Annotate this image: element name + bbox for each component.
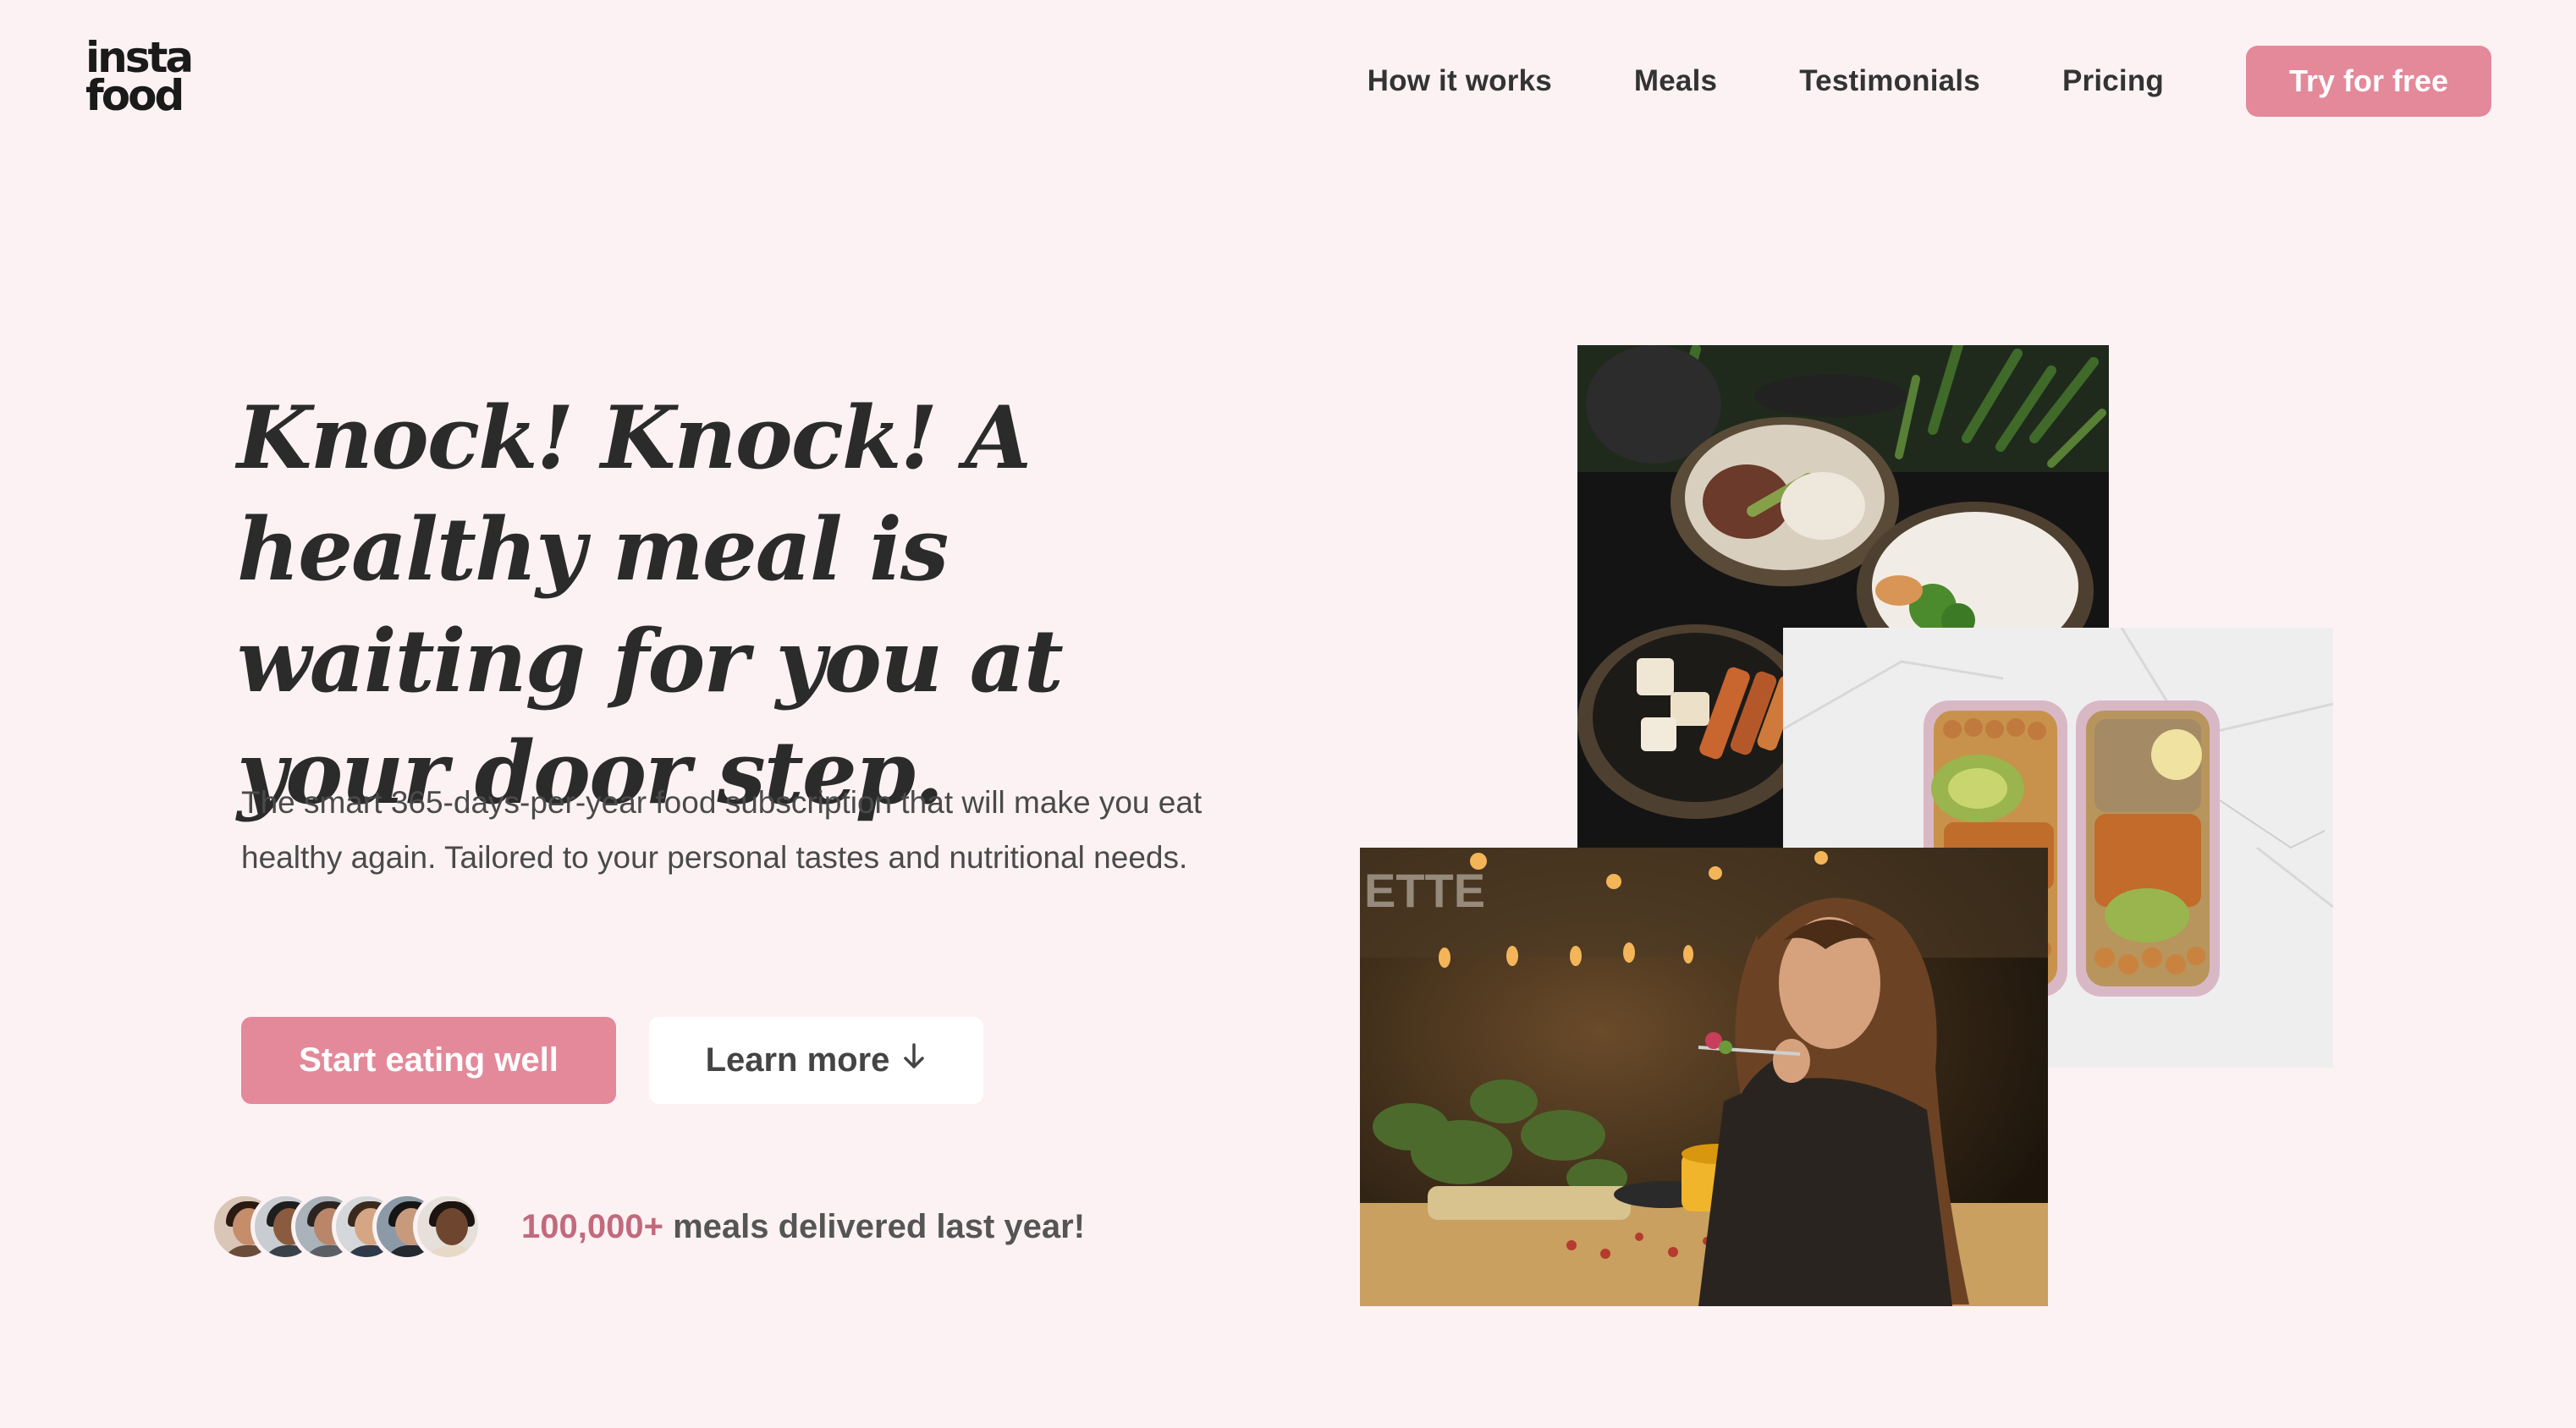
try-for-free-button[interactable]: Try for free xyxy=(2246,46,2491,117)
start-eating-well-button[interactable]: Start eating well xyxy=(241,1017,616,1104)
woman-eating-in-restaurant-photo: ETTE xyxy=(1360,848,2048,1306)
nav-link-meals[interactable]: Meals xyxy=(1634,64,1717,98)
meals-delivered-count: 100,000+ xyxy=(521,1207,663,1245)
main-navigation: How it works Meals Testimonials Pricing … xyxy=(1368,46,2491,117)
customer-avatars xyxy=(210,1192,482,1261)
nav-link-pricing[interactable]: Pricing xyxy=(2062,64,2164,98)
page: insta food How it works Meals Testimonia… xyxy=(0,0,2576,1428)
meals-delivered-text: 100,000+ meals delivered last year! xyxy=(521,1208,1085,1246)
meals-delivered-label: meals delivered last year! xyxy=(673,1207,1086,1245)
learn-more-button[interactable]: Learn more xyxy=(649,1017,983,1104)
learn-more-label: Learn more xyxy=(705,1041,890,1079)
arrow-down-icon xyxy=(901,1042,927,1079)
instafood-logo[interactable]: insta food xyxy=(85,36,194,120)
logo-line-2: food xyxy=(85,71,184,120)
avatar xyxy=(413,1192,482,1261)
nav-link-how-it-works[interactable]: How it works xyxy=(1368,64,1552,98)
social-proof: 100,000+ meals delivered last year! xyxy=(210,1190,1085,1263)
svg-text:ETTE: ETTE xyxy=(1364,864,1485,917)
hero-headline: Knock! Knock! A healthy meal is waiting … xyxy=(237,387,1064,824)
hero-description: The smart 365-days-per-year food subscri… xyxy=(241,785,1203,875)
nav-link-testimonials[interactable]: Testimonials xyxy=(1799,64,1980,98)
